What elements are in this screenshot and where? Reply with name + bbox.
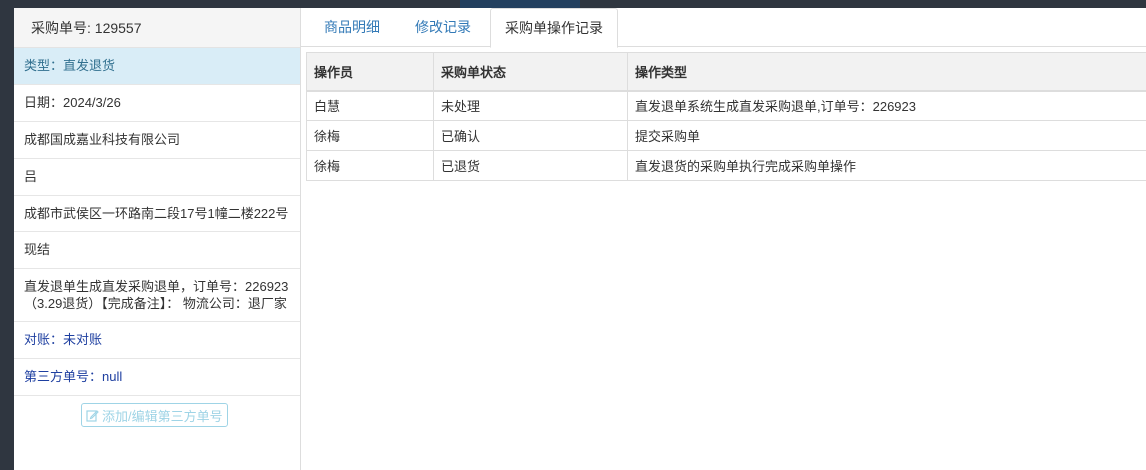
tab-product-details[interactable]: 商品明细 (310, 8, 394, 47)
cell-operator: 白慧 (306, 90, 434, 121)
header-operator: 操作员 (306, 52, 434, 92)
cell-operator: 徐梅 (306, 120, 434, 151)
top-bar-accent (460, 0, 580, 8)
table-row: 徐梅 已确认 提交采购单 (306, 120, 1146, 151)
address-item: 成都市武侯区一环路南二段17号1幢二楼222号 (14, 196, 300, 232)
cell-operation-type: 直发退单系统生成直发采购退单,订单号：226923 (627, 90, 1146, 121)
supplier-name-item: 成都国成嘉业科技有限公司 (14, 122, 300, 159)
edit-button-label: 添加/编辑第三方单号 (102, 408, 223, 424)
header-order-status: 采购单状态 (433, 52, 628, 92)
table-row: 白慧 未处理 直发退单系统生成直发采购退单,订单号：226923 (306, 90, 1146, 121)
edit-button-wrap: 添加/编辑第三方单号 (14, 396, 300, 427)
order-info-panel: 采购单号: 129557 类型：直发退货 日期：2024/3/26 成都国成嘉业… (14, 8, 301, 470)
order-type-item[interactable]: 类型：直发退货 (14, 48, 300, 85)
cell-operation-type: 提交采购单 (627, 120, 1146, 151)
reconciliation-status-item: 对账：未对账 (14, 322, 300, 359)
payment-method-item: 现结 (14, 232, 300, 269)
cell-order-status: 未处理 (433, 90, 628, 121)
cell-operator: 徐梅 (306, 150, 434, 181)
cell-order-status: 已退货 (433, 150, 628, 181)
remark-item: 直发退单生成直发采购退单，订单号：226923（3.29退货）【完成备注】： 物… (14, 269, 300, 322)
order-date-item: 日期：2024/3/26 (14, 85, 300, 122)
cell-operation-type: 直发退货的采购单执行完成采购单操作 (627, 150, 1146, 181)
header-operation-type: 操作类型 (627, 52, 1146, 92)
table-row: 徐梅 已退货 直发退货的采购单执行完成采购单操作 (306, 150, 1146, 181)
edit-third-party-number-button[interactable]: 添加/编辑第三方单号 (81, 403, 228, 427)
operation-log-table: 操作员 采购单状态 操作类型 白慧 未处理 直发退单系统生成直发采购退单,订单号… (306, 52, 1146, 181)
left-gutter (0, 8, 14, 470)
operation-log-table-wrap: 操作员 采购单状态 操作类型 白慧 未处理 直发退单系统生成直发采购退单,订单号… (306, 52, 1146, 181)
table-header-row: 操作员 采购单状态 操作类型 (306, 52, 1146, 92)
tab-operation-log[interactable]: 采购单操作记录 (490, 8, 618, 48)
third-party-number-item: 第三方单号：null (14, 359, 300, 396)
top-bar (0, 0, 1146, 8)
order-number-header: 采购单号: 129557 (14, 8, 300, 48)
contact-name-item: 吕 (14, 159, 300, 196)
tab-bar: 商品明细 修改记录 采购单操作记录 (301, 8, 1146, 48)
cell-order-status: 已确认 (433, 120, 628, 151)
edit-square-icon (86, 409, 99, 422)
main-content: 商品明细 修改记录 采购单操作记录 操作员 采购单状态 操作类型 白慧 未处理 … (301, 8, 1146, 470)
tab-modification-log[interactable]: 修改记录 (401, 8, 485, 47)
